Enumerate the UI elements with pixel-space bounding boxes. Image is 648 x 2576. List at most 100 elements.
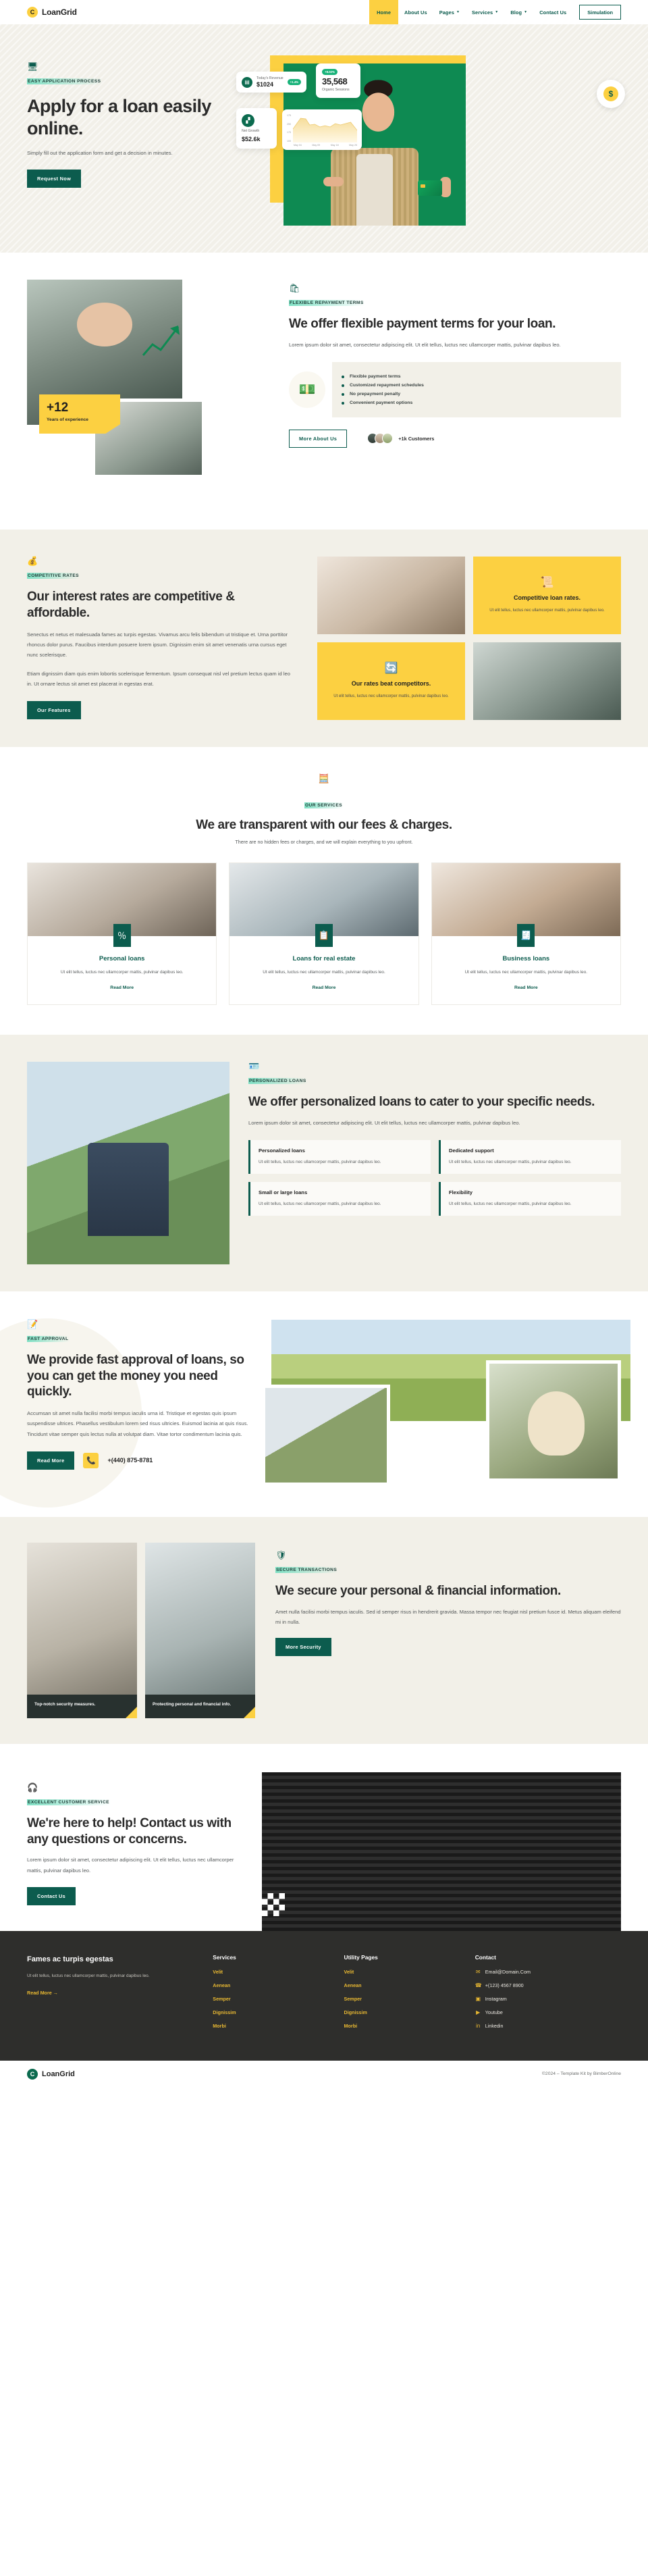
revenue-label: Today's Revenue [256,76,284,80]
nav-item-contact-us[interactable]: Contact Us [533,0,572,24]
feature-title: Flexibility [449,1189,473,1196]
contact-visual [262,1772,621,1931]
footer-link[interactable]: Velit [213,1969,334,1975]
personalized-features-grid: Personalized loans Ut elit tellus, luctu… [248,1139,621,1216]
footer-column-head: Services [213,1953,236,1961]
footer-contact-linkedin[interactable]: in Linkedin [475,2023,621,2029]
logo-coin-icon: C [27,7,38,18]
simulation-button[interactable]: Simulation [579,5,621,20]
footer-contact-label: Youtube [485,2009,503,2015]
nav-item-blog[interactable]: Blog ▼ [504,0,533,24]
services-eyebrow: OUR SERVICES [304,802,344,808]
nav-item-about-us[interactable]: About Us [398,0,433,24]
hero-visual: ▤ Today's Revenue $1024 +1.4% ▞ Net Grow… [236,55,625,226]
page-title: Apply for a loan easily online. [27,96,211,138]
read-more-link[interactable]: Read More [514,985,538,990]
team-photo [262,1772,621,1931]
nav-label: Blog [510,9,522,16]
money-wallet-icon: 💵 [289,371,325,408]
flexible-title: We offer flexible payment terms for your… [289,317,556,331]
footer-read-more-link[interactable]: Read More → [27,1990,58,1996]
checker-accent [262,1892,285,1916]
more-about-us-button[interactable]: More About Us [289,429,348,448]
personalized-copy: 🪪 PERSONALIZED LOANS We offer personaliz… [230,1062,621,1264]
contact-section: 🎧 EXCELLENT CUSTOMER SERVICE We're here … [0,1743,648,1931]
x-tick: May 04 [294,144,302,147]
fast-description: Accumsan sit amet nulla facilisi morbi t… [27,1410,248,1437]
stat-card-sessions: +8.02% 35,568 Organic Sessions [316,63,360,99]
list-item: Flexible payment terms [342,374,612,379]
doc-user-icon: 📋 [315,923,333,947]
copyright-text: ©2024 – Template Kit by BimberOnline [541,2071,621,2077]
more-security-button[interactable]: More Security [275,1638,331,1657]
nav-item-home[interactable]: Home [369,0,399,24]
service-desc: Ut elit tellus, luctus nec ullamcorper m… [464,969,588,975]
secure-description: Amet nulla facilisi morbi tempus iaculis… [275,1608,621,1625]
nav-item-pages[interactable]: Pages ▼ [433,0,466,24]
nav-label: Home [377,9,392,16]
experience-label: Years of experience [47,417,88,422]
secure-tiles: Top-notch security measures. Protecting … [27,1542,256,1718]
service-card-real-estate[interactable]: 📋 Loans for real estate Ut elit tellus, … [229,862,419,1005]
footer-contact-instagram[interactable]: ▣ Instagram [475,1996,621,2002]
nav-label: Contact Us [539,9,567,16]
footer-link[interactable]: Dignissim [344,2009,466,2015]
footer-contact-youtube[interactable]: ▶ Youtube [475,2009,621,2015]
dollar-refresh-icon: $ [597,80,625,108]
request-now-button[interactable]: Request Now [27,170,82,188]
services-subtitle: There are no hidden fees or charges, and… [235,838,413,845]
tile-caption: Top-notch security measures. [27,1695,137,1718]
page-root: C LoanGrid Home About Us Pages ▼ Services… [0,0,648,2088]
contact-us-button[interactable]: Contact Us [27,1886,76,1905]
corner-accent [244,1706,255,1718]
footer-link[interactable]: Aenean [344,1982,466,1988]
rates-paragraph-1: Senectus et netus et malesuada fames ac … [27,631,288,658]
footer-link[interactable]: Aenean [213,1982,334,1988]
fast-approval-section: 📝 FAST APPROVAL We provide fast approval… [0,1291,648,1517]
rates-photo-atm [473,642,621,720]
rate-card-beat-competitors: 🔄 Our rates beat competitors. Ut elit te… [317,642,465,720]
services-section: 🧮 OUR SERVICES We are transparent with o… [0,747,648,1035]
sessions-value: 35,568 [322,76,348,86]
footer-link[interactable]: Morbi [213,2023,334,2029]
footer-brand-logo[interactable]: C LoanGrid [27,2068,75,2080]
phone-number[interactable]: +(440) 875-8781 [107,1457,153,1464]
feature-card-flexibility: Flexibility Ut elit tellus, luctus nec u… [439,1182,621,1216]
footer-contact-email[interactable]: ✉ Email@Domain.Com [475,1969,621,1975]
secure-copy: 🛡 SECURE TRANSACTIONS We secure your per… [256,1543,621,1718]
feature-card-dedicated-support: Dedicated support Ut elit tellus, luctus… [439,1139,621,1175]
linkedin-icon: in [476,2022,481,2029]
footer-link[interactable]: Dignissim [213,2009,334,2015]
nav-item-services[interactable]: Services ▼ [466,0,504,24]
chevron-down-icon: ▼ [495,9,499,14]
personalized-loans-section: 🪪 PERSONALIZED LOANS We offer personaliz… [0,1034,648,1291]
security-tile-1: Top-notch security measures. [27,1542,137,1718]
competitive-rates-section: 💰 COMPETITIVE RATES Our interest rates a… [0,530,648,747]
footer-link[interactable]: Morbi [344,2023,466,2029]
read-more-link[interactable]: Read More [313,985,336,990]
personalized-title: We offer personalized loans to cater to … [248,1094,595,1109]
brand-logo[interactable]: C LoanGrid [0,0,77,24]
service-card-business-loans[interactable]: 🧾 Business loans Ut elit tellus, luctus … [431,862,621,1005]
service-card-personal-loans[interactable]: ％ Personal loans Ut elit tellus, luctus … [27,862,217,1005]
footer-contact-phone[interactable]: ☎ +(123) 4567 8900 [475,1982,621,1988]
read-more-link[interactable]: Read More [110,985,134,990]
bag-chart-icon: 🛍 [289,283,300,293]
footer-link[interactable]: Semper [344,1996,466,2002]
footer-link[interactable]: Velit [344,1969,466,1975]
footer-contact-label: +(123) 4567 8900 [485,1982,524,1988]
chevron-down-icon: ▼ [456,9,460,14]
read-more-button[interactable]: Read More [27,1451,75,1470]
growth-value: $52.6k [242,136,261,143]
experience-badge: +12 Years of experience [39,394,120,434]
rate-card-desc: Ut elit tellus, luctus nec ullamcorper m… [333,694,449,699]
our-features-button[interactable]: Our Features [27,701,81,720]
support-icon: 🎧 [27,1782,38,1793]
feature-title: Small or large loans [259,1189,308,1196]
x-tick: May 09 [312,144,321,147]
service-photo: 📋 [230,862,418,947]
personalized-eyebrow: PERSONALIZED LOANS [248,1077,308,1084]
footer-link[interactable]: Semper [213,1996,334,2002]
growth-label: Net Growth [242,129,260,133]
feature-desc: Ut elit tellus, luctus nec ullamcorper m… [449,1159,572,1164]
